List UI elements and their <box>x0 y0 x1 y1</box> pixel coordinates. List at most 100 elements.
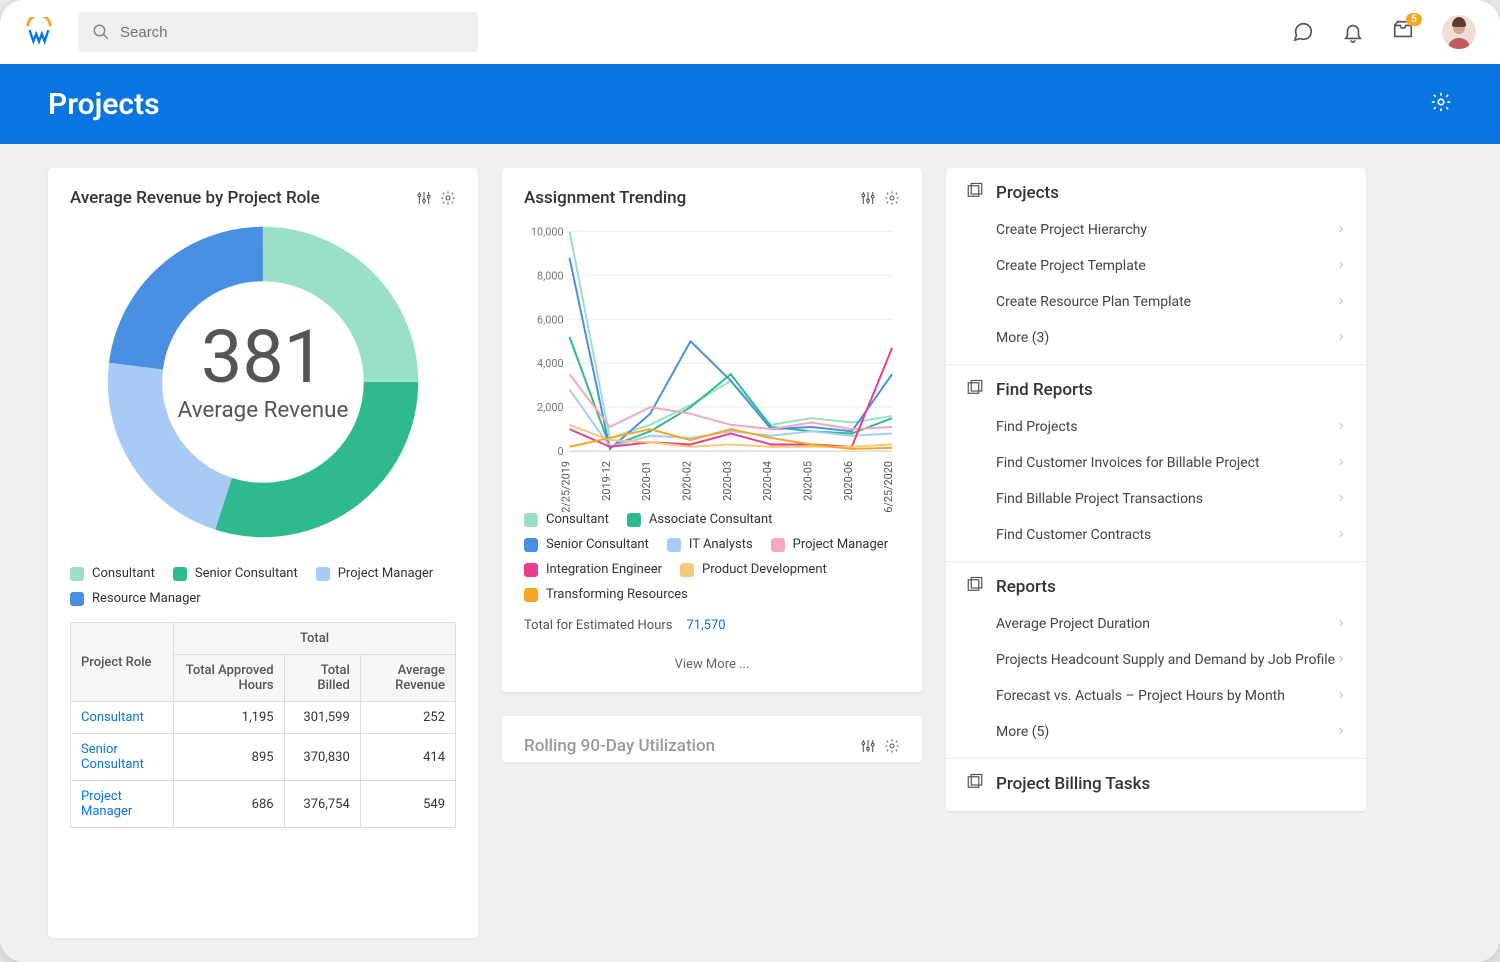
sidebar-item[interactable]: Find Customer Contracts <box>966 517 1346 553</box>
sidebar-item[interactable]: Find Projects <box>966 409 1346 445</box>
chevron-right-icon <box>1336 527 1346 543</box>
svg-text:> 06/25/2020: > 06/25/2020 <box>882 461 895 512</box>
table-row: Senior Consultant 895 370,830 414 <box>71 734 456 781</box>
search-box[interactable] <box>78 12 478 52</box>
page-title: Projects <box>48 87 160 122</box>
window-icon <box>966 773 984 795</box>
sidebar-section: Project Billing Tasks <box>946 759 1366 811</box>
bell-icon[interactable] <box>1342 21 1364 43</box>
sidebar-section-title: Projects <box>996 183 1059 203</box>
sidebar-item[interactable]: Forecast vs. Actuals – Project Hours by … <box>966 678 1346 714</box>
chevron-right-icon <box>1336 258 1346 274</box>
top-bar: 5 <box>0 0 1500 64</box>
svg-text:2,000: 2,000 <box>537 401 564 414</box>
svg-text:2020-01: 2020-01 <box>640 461 653 501</box>
sidebar-menu: Projects Create Project HierarchyCreate P… <box>946 168 1366 811</box>
svg-text:2020-05: 2020-05 <box>801 461 814 501</box>
dashboard-content: Average Revenue by Project Role 381 <box>0 144 1500 962</box>
card-avg-revenue: Average Revenue by Project Role 381 <box>48 168 478 938</box>
legend-item[interactable]: Project Manager <box>771 537 888 552</box>
table-row: Consultant 1,195 301,599 252 <box>71 702 456 734</box>
sidebar-section: Projects Create Project HierarchyCreate P… <box>946 168 1366 365</box>
svg-text:10,000: 10,000 <box>531 225 564 238</box>
sidebar-section-head: Reports <box>966 576 1346 598</box>
svg-text:2020-06: 2020-06 <box>842 461 855 501</box>
sidebar-item[interactable]: Find Customer Invoices for Billable Proj… <box>966 445 1346 481</box>
total-estimated: Total for Estimated Hours71,570 <box>524 618 900 633</box>
sidebar-item[interactable]: Create Project Template <box>966 248 1346 284</box>
card-utilization: Rolling 90-Day Utilization <box>502 716 922 762</box>
settings-sliders-icon[interactable] <box>860 190 876 206</box>
chevron-right-icon <box>1336 419 1346 435</box>
gear-icon[interactable] <box>440 190 456 206</box>
gear-icon[interactable] <box>884 738 900 754</box>
settings-sliders-icon[interactable] <box>860 738 876 754</box>
sidebar-section-head: Project Billing Tasks <box>966 773 1346 795</box>
sidebar-section-title: Reports <box>996 577 1056 597</box>
inbox-icon[interactable]: 5 <box>1392 19 1414 45</box>
gear-icon[interactable] <box>884 190 900 206</box>
legend-item[interactable]: Project Manager <box>316 566 433 581</box>
legend-item[interactable]: Product Development <box>680 562 827 577</box>
chevron-right-icon <box>1336 294 1346 310</box>
svg-text:2019-12: 2019-12 <box>600 461 613 501</box>
svg-text:0: 0 <box>557 445 563 458</box>
sidebar-item[interactable]: Find Billable Project Transactions <box>966 481 1346 517</box>
sidebar-item[interactable]: More (3) <box>966 320 1346 356</box>
legend-item[interactable]: IT Analysts <box>667 537 753 552</box>
line-legend: Consultant Associate Consultant Senior Con… <box>524 512 900 602</box>
role-link[interactable]: Consultant <box>81 710 144 725</box>
top-icons: 5 <box>1292 15 1476 49</box>
legend-item[interactable]: Associate Consultant <box>627 512 773 527</box>
page-header: Projects <box>0 64 1500 144</box>
chevron-right-icon <box>1336 491 1346 507</box>
chevron-right-icon <box>1336 688 1346 704</box>
window-icon <box>966 576 984 598</box>
avatar[interactable] <box>1442 15 1476 49</box>
chat-icon[interactable] <box>1292 21 1314 43</box>
card-title: Rolling 90-Day Utilization <box>524 736 715 756</box>
legend-item[interactable]: Transforming Resources <box>524 587 688 602</box>
workday-logo[interactable] <box>24 17 54 47</box>
donut-chart[interactable]: 381 Average Revenue <box>70 222 456 542</box>
chevron-right-icon <box>1336 652 1346 668</box>
table-row: Project Manager 686 376,754 549 <box>71 781 456 828</box>
sidebar-item[interactable]: Create Project Hierarchy <box>966 212 1346 248</box>
sidebar-item[interactable]: More (5) <box>966 714 1346 750</box>
sidebar-section: Reports Average Project DurationProjects … <box>946 562 1366 759</box>
sidebar-item[interactable]: Average Project Duration <box>966 606 1346 642</box>
view-more-link[interactable]: View More ... <box>524 657 900 672</box>
search-input[interactable] <box>120 24 464 41</box>
svg-text:8,000: 8,000 <box>537 269 564 282</box>
legend-item[interactable]: Consultant <box>70 566 155 581</box>
donut-legend: Consultant Senior Consultant Project Man… <box>70 566 456 606</box>
legend-item[interactable]: Senior Consultant <box>524 537 649 552</box>
inbox-badge: 5 <box>1406 13 1422 26</box>
role-table: Project RoleTotal Total Approved Hours T… <box>70 622 456 828</box>
sidebar-item[interactable]: Projects Headcount Supply and Demand by … <box>966 642 1346 678</box>
legend-item[interactable]: Resource Manager <box>70 591 201 606</box>
svg-text:2020-02: 2020-02 <box>680 461 693 501</box>
legend-item[interactable]: Senior Consultant <box>173 566 298 581</box>
chevron-right-icon <box>1336 616 1346 632</box>
card-assignment-trending: Assignment Trending 02,0004,0006,0008,00… <box>502 168 922 692</box>
legend-item[interactable]: Consultant <box>524 512 609 527</box>
search-icon <box>92 23 110 41</box>
role-link[interactable]: Senior Consultant <box>81 742 144 772</box>
sidebar-section-head: Projects <box>966 182 1346 204</box>
chevron-right-icon <box>1336 455 1346 471</box>
settings-sliders-icon[interactable] <box>416 190 432 206</box>
svg-text:381: 381 <box>201 314 325 400</box>
settings-button[interactable] <box>1430 91 1452 117</box>
svg-text:4,000: 4,000 <box>537 357 564 370</box>
svg-text:< 12/25/2019: < 12/25/2019 <box>560 461 573 512</box>
line-chart[interactable]: 02,0004,0006,0008,00010,000< 12/25/20192… <box>524 222 900 512</box>
chevron-right-icon <box>1336 724 1346 740</box>
chevron-right-icon <box>1336 330 1346 346</box>
card-title: Assignment Trending <box>524 188 686 208</box>
role-link[interactable]: Project Manager <box>81 789 132 819</box>
sidebar-section-head: Find Reports <box>966 379 1346 401</box>
card-title: Average Revenue by Project Role <box>70 188 320 208</box>
sidebar-item[interactable]: Create Resource Plan Template <box>966 284 1346 320</box>
legend-item[interactable]: Integration Engineer <box>524 562 662 577</box>
